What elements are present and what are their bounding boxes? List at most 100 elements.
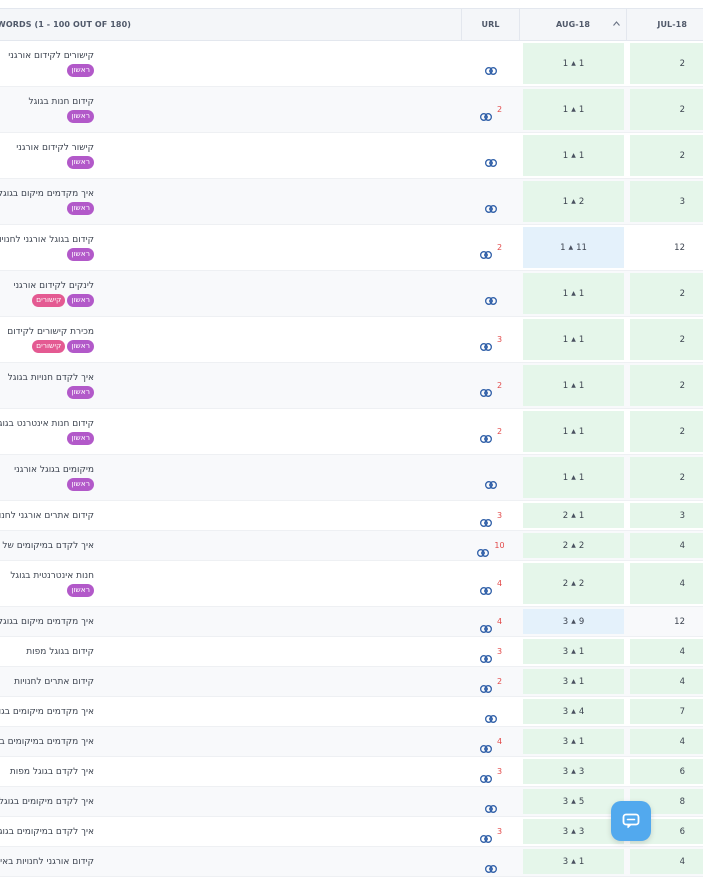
link-icon[interactable]: [480, 678, 492, 693]
url-count[interactable]: 3: [497, 335, 502, 344]
keyword-cell[interactable]: קידום אתרים אורגני לחנויות: [0, 501, 462, 530]
keyword-text[interactable]: קידום אתרים לחנויות: [14, 677, 94, 687]
table-row[interactable]: לינקים לקידום אורגני ראשון קישורים 1 ▲ 1 2: [0, 271, 703, 317]
tag-badge[interactable]: ראשון: [67, 477, 94, 491]
url-count[interactable]: 3: [497, 647, 502, 656]
link-icon[interactable]: [485, 198, 497, 213]
table-row[interactable]: קישורים לקידום אורגני ראשון 1 ▲ 1 2: [0, 41, 703, 87]
url-count[interactable]: 3: [497, 767, 502, 776]
url-count[interactable]: 10: [494, 541, 504, 550]
keyword-cell[interactable]: לינקים לקידום אורגני ראשון קישורים: [0, 271, 462, 316]
link-icon[interactable]: [485, 474, 497, 489]
keyword-cell[interactable]: איך מקדמים מיקום בגוגל אורגני ראשון: [0, 179, 462, 224]
keyword-text[interactable]: איך לקדם במיקומים של גוגל: [0, 541, 94, 551]
table-row[interactable]: קידום חנות אינטרנט בגוגל ראשון 2 1 ▲ 1 2: [0, 409, 703, 455]
table-row[interactable]: איך לקדם חנויות בגוגל ראשון 2 1 ▲ 1 2: [0, 363, 703, 409]
link-icon[interactable]: [485, 152, 497, 167]
tag-badge[interactable]: ראשון: [67, 385, 94, 399]
url-count[interactable]: 2: [497, 677, 502, 686]
link-icon[interactable]: [480, 738, 492, 753]
link-icon[interactable]: [480, 244, 492, 259]
tag-badge[interactable]: ראשון: [67, 155, 94, 169]
keyword-cell[interactable]: קידום בגוגל מפות: [0, 637, 462, 666]
link-icon[interactable]: [480, 648, 492, 663]
url-count[interactable]: 2: [497, 427, 502, 436]
link-icon[interactable]: [480, 512, 492, 527]
header-aug[interactable]: AUG-18: [520, 9, 627, 40]
table-row[interactable]: איך מקדמים במיקומים בגוגל43▲14: [0, 727, 703, 757]
keyword-cell[interactable]: איך מקדמים מיקומים בגוגל: [0, 697, 462, 726]
table-row[interactable]: קידום בגוגל מפות 3 3 ▲ 1 4: [0, 637, 703, 667]
keyword-cell[interactable]: מכירת קישורים לקידום ראשון קישורים: [0, 317, 462, 362]
keyword-cell[interactable]: איך לקדם חנויות בגוגל ראשון: [0, 363, 462, 408]
link-icon[interactable]: [477, 542, 490, 557]
url-count[interactable]: 2: [497, 381, 502, 390]
table-row[interactable]: איך לקדם בגוגל מפות 3 3 ▲ 3 6: [0, 757, 703, 787]
keyword-cell[interactable]: קידום חנות אינטרנט בגוגל ראשון: [0, 409, 462, 454]
table-row[interactable]: מיקומים בגוגל אורגני ראשון 1 ▲ 1 2: [0, 455, 703, 501]
tag-badge[interactable]: ראשון: [67, 247, 94, 261]
keyword-text[interactable]: קידום חנות בגוגל: [29, 97, 95, 107]
tag-badge[interactable]: ראשון: [67, 109, 94, 123]
table-row[interactable]: קידום בגוגל אורגני לחנויות ראשון 2 1 ▲ 11 12: [0, 225, 703, 271]
keyword-text[interactable]: איך לקדם במיקומים בגוגל: [0, 827, 94, 837]
keyword-cell[interactable]: איך מקדמים במיקומים בגוגל: [0, 727, 462, 756]
link-icon[interactable]: [480, 828, 492, 843]
table-row[interactable]: קידום חנות בגוגל ראשון 2 1 ▲ 1 2: [0, 87, 703, 133]
keyword-cell[interactable]: איך לקדם מיקומים בגוגל: [0, 787, 462, 816]
keyword-text[interactable]: איך לקדם בגוגל מפות: [10, 767, 94, 777]
table-row[interactable]: קידום אתרים לחנויות 2 3 ▲ 1 4: [0, 667, 703, 697]
keyword-cell[interactable]: איך מקדמים מיקום בגוגל: [0, 607, 462, 636]
header-keywords[interactable]: YWORDS (1 - 100 OUT OF 180): [0, 9, 462, 40]
table-row[interactable]: חנות אינטרנטית בגוגל ראשון 4 2 ▲ 2 4: [0, 561, 703, 607]
tag-badge[interactable]: ראשון: [67, 431, 94, 445]
keyword-text[interactable]: חנות אינטרנטית בגוגל: [10, 571, 94, 581]
url-count[interactable]: 4: [497, 579, 502, 588]
tag-badge[interactable]: ראשון: [67, 583, 94, 597]
keyword-text[interactable]: לינקים לקידום אורגני: [13, 281, 94, 291]
link-icon[interactable]: [485, 708, 497, 723]
table-row[interactable]: איך לקדם במיקומים בגוגל 3 3 ▲ 3 6: [0, 817, 703, 847]
keyword-cell[interactable]: קידום אתרים לחנויות: [0, 667, 462, 696]
link-icon[interactable]: [480, 768, 492, 783]
url-count[interactable]: 2: [497, 243, 502, 252]
keyword-text[interactable]: איך מקדמים מיקום בגוגל: [0, 617, 94, 627]
keyword-text[interactable]: איך לקדם חנויות בגוגל: [8, 373, 94, 383]
keyword-text[interactable]: קידום אתרים אורגני לחנויות: [0, 511, 94, 521]
keyword-text[interactable]: קידום חנות אינטרנט בגוגל: [0, 419, 94, 429]
tag-badge[interactable]: קישורים: [32, 293, 66, 307]
keyword-text[interactable]: קידום בגוגל אורגני לחנויות: [0, 235, 94, 245]
table-row[interactable]: קישור לקידום אורגני ראשון 1 ▲ 1 2: [0, 133, 703, 179]
keyword-cell[interactable]: איך לקדם במיקומים בגוגל: [0, 817, 462, 846]
keyword-text[interactable]: איך מקדמים במיקומים בגוגל: [0, 737, 94, 747]
url-count[interactable]: 3: [497, 827, 502, 836]
url-count[interactable]: 4: [497, 737, 502, 746]
keyword-cell[interactable]: קידום בגוגל אורגני לחנויות ראשון: [0, 225, 462, 270]
keyword-text[interactable]: קידום בגוגל מפות: [26, 647, 94, 657]
chat-button[interactable]: [611, 801, 651, 841]
table-row[interactable]: קידום אורגני לחנויות באינטרנט3▲14: [0, 847, 703, 877]
table-row[interactable]: מכירת קישורים לקידום ראשון קישורים 3 1 ▲ 1 2: [0, 317, 703, 363]
keyword-cell[interactable]: קישורים לקידום אורגני ראשון: [0, 41, 462, 86]
url-count[interactable]: 2: [497, 105, 502, 114]
link-icon[interactable]: [480, 580, 492, 595]
tag-badge[interactable]: ראשון: [67, 339, 94, 353]
keyword-text[interactable]: איך לקדם מיקומים בגוגל: [0, 797, 94, 807]
table-row[interactable]: איך מקדמים מיקומים בגוגל 3 ▲ 4 7: [0, 697, 703, 727]
table-row[interactable]: איך מקדמים מיקום בגוגל אורגניראשון1▲23: [0, 179, 703, 225]
keyword-cell[interactable]: קישור לקידום אורגני ראשון: [0, 133, 462, 178]
keyword-text[interactable]: קישור לקידום אורגני: [16, 143, 94, 153]
link-icon[interactable]: [485, 60, 497, 75]
keyword-text[interactable]: מכירת קישורים לקידום: [7, 327, 94, 337]
keyword-text[interactable]: מיקומים בגוגל אורגני: [14, 465, 94, 475]
keyword-text[interactable]: איך מקדמים מיקומים בגוגל: [0, 707, 94, 717]
keyword-text[interactable]: איך מקדמים מיקום בגוגל אורגני: [0, 189, 94, 199]
tag-badge[interactable]: ראשון: [67, 293, 94, 307]
table-row[interactable]: קידום אתרים אורגני לחנויות32▲13: [0, 501, 703, 531]
keyword-cell[interactable]: איך לקדם בגוגל מפות: [0, 757, 462, 786]
table-row[interactable]: איך מקדמים מיקום בגוגל 4 3 ▲ 9 12: [0, 607, 703, 637]
link-icon[interactable]: [480, 428, 492, 443]
link-icon[interactable]: [480, 106, 492, 121]
url-count[interactable]: 3: [497, 511, 502, 520]
keyword-cell[interactable]: מיקומים בגוגל אורגני ראשון: [0, 455, 462, 500]
